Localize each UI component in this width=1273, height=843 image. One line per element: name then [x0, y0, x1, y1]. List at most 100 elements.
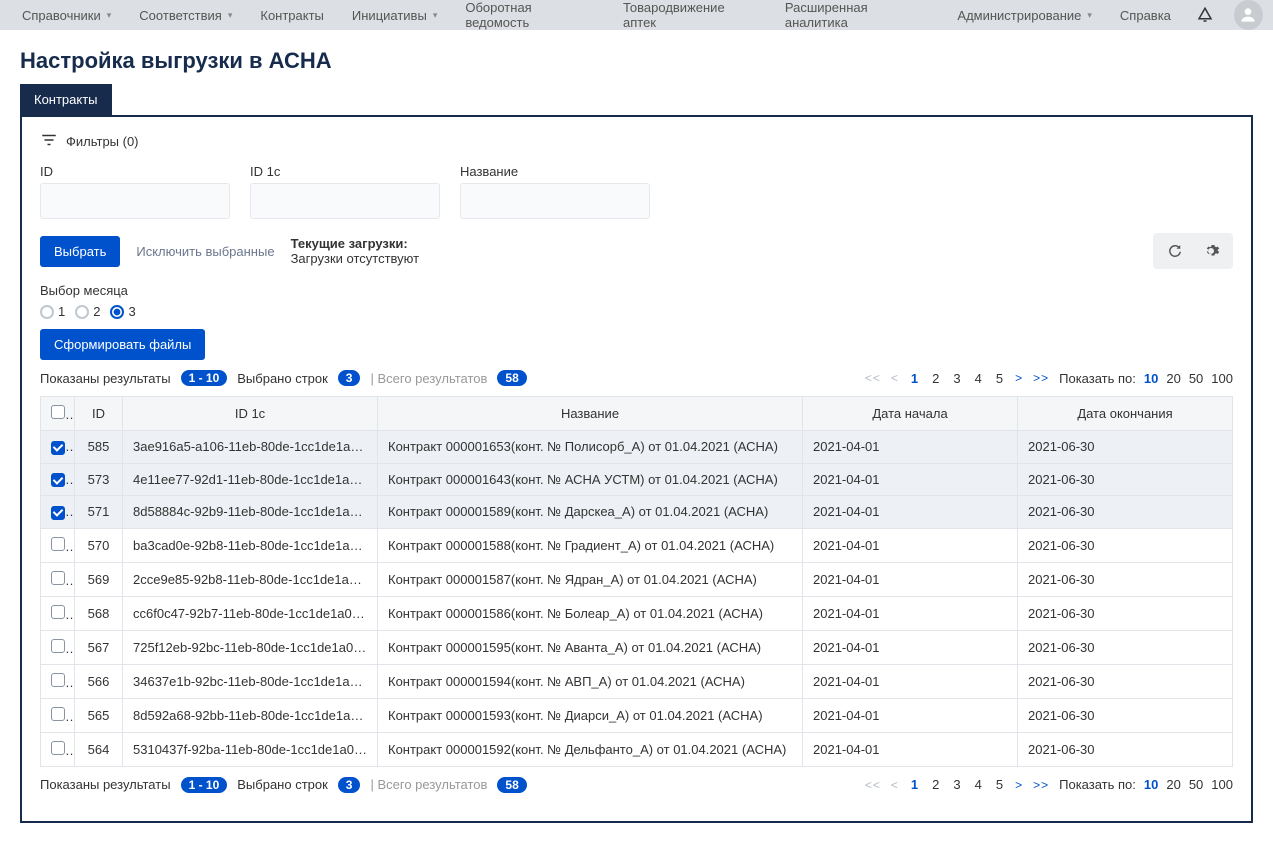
- row-checkbox[interactable]: [51, 673, 65, 687]
- results-label: Показаны результаты: [40, 371, 171, 386]
- showby-option-100[interactable]: 100: [1211, 777, 1233, 792]
- upload-status-label: Текущие загрузки:: [291, 236, 419, 251]
- nav-item-label: Товародвижение аптек: [623, 0, 757, 30]
- filter-fields: ID ID 1с Название: [40, 164, 1233, 219]
- nav-item-2[interactable]: Контракты: [248, 2, 336, 29]
- table-row[interactable]: 5658d592a68-92bb-11eb-80de-1cc1de1a01a8К…: [41, 698, 1233, 732]
- table-row[interactable]: 568cc6f0c47-92b7-11eb-80de-1cc1de1a01a8К…: [41, 596, 1233, 630]
- field-id1c-input[interactable]: [250, 183, 440, 219]
- row-checkbox[interactable]: [51, 639, 65, 653]
- nav-item-3[interactable]: Инициативы▾: [340, 2, 449, 29]
- row-checkbox[interactable]: [51, 571, 65, 585]
- upload-status-value: Загрузки отсутствуют: [291, 251, 419, 266]
- table-row[interactable]: 5853ae916a5-a106-11eb-80de-1cc1de1a01a8К…: [41, 431, 1233, 464]
- month-radio-2[interactable]: 2: [75, 304, 100, 319]
- showby-option-10[interactable]: 10: [1144, 371, 1158, 386]
- showby-option-50[interactable]: 50: [1189, 371, 1203, 386]
- nav-item-5[interactable]: Товародвижение аптек: [611, 0, 769, 36]
- pager-page-1[interactable]: 1: [909, 371, 920, 386]
- row-checkbox[interactable]: [51, 605, 65, 619]
- pager-top: <<<12345>>>: [865, 371, 1049, 386]
- showby-option-20[interactable]: 20: [1166, 777, 1180, 792]
- nav-item-6[interactable]: Расширенная аналитика: [773, 0, 942, 36]
- table-row[interactable]: 5718d58884c-92b9-11eb-80de-1cc1de1a01a8К…: [41, 496, 1233, 529]
- pager-prev[interactable]: <: [891, 371, 899, 385]
- notifications-button[interactable]: [1191, 0, 1220, 30]
- user-avatar[interactable]: [1234, 0, 1263, 30]
- select-button[interactable]: Выбрать: [40, 236, 120, 267]
- toolbar-icons: [1153, 233, 1233, 269]
- row-checkbox-cell: [41, 496, 75, 529]
- pager-page-5[interactable]: 5: [994, 777, 1005, 792]
- table-row[interactable]: 56634637e1b-92bc-11eb-80de-1cc1de1a01a8К…: [41, 664, 1233, 698]
- chevron-down-icon: ▾: [433, 10, 438, 21]
- pager-next[interactable]: >: [1015, 371, 1023, 385]
- cell-end: 2021-06-30: [1018, 630, 1233, 664]
- select-all-checkbox[interactable]: [51, 405, 65, 419]
- table-row[interactable]: 5692cce9e85-92b8-11eb-80de-1cc1de1a01a8К…: [41, 562, 1233, 596]
- table-row[interactable]: 567725f12eb-92bc-11eb-80de-1cc1de1a01a8К…: [41, 630, 1233, 664]
- row-checkbox[interactable]: [51, 473, 65, 487]
- header-id[interactable]: ID: [75, 397, 123, 431]
- row-checkbox[interactable]: [51, 537, 65, 551]
- nav-item-7[interactable]: Администрирование▾: [945, 2, 1104, 29]
- cell-id1c: 5310437f-92ba-11eb-80de-1cc1de1a01a8: [123, 732, 378, 766]
- nav-item-4[interactable]: Оборотная ведомость: [453, 0, 607, 36]
- pager-page-3[interactable]: 3: [951, 371, 962, 386]
- header-name[interactable]: Название: [378, 397, 803, 431]
- tab-contracts[interactable]: Контракты: [20, 84, 112, 115]
- row-checkbox[interactable]: [51, 506, 65, 520]
- table-row[interactable]: 570ba3cad0e-92b8-11eb-80de-1cc1de1a01a8К…: [41, 528, 1233, 562]
- pager-prev[interactable]: <: [891, 778, 899, 792]
- field-name-label: Название: [460, 164, 650, 179]
- refresh-button[interactable]: [1159, 237, 1191, 265]
- pager-page-2[interactable]: 2: [930, 777, 941, 792]
- row-checkbox[interactable]: [51, 441, 65, 455]
- cell-end: 2021-06-30: [1018, 698, 1233, 732]
- table-row[interactable]: 5645310437f-92ba-11eb-80de-1cc1de1a01a8К…: [41, 732, 1233, 766]
- showby-label: Показать по:: [1059, 371, 1136, 386]
- nav-item-1[interactable]: Соответствия▾: [127, 2, 244, 29]
- pager-page-2[interactable]: 2: [930, 371, 941, 386]
- pager-page-4[interactable]: 4: [973, 371, 984, 386]
- make-files-button[interactable]: Сформировать файлы: [40, 329, 205, 360]
- settings-button[interactable]: [1195, 237, 1227, 265]
- showby-option-10[interactable]: 10: [1144, 777, 1158, 792]
- table-row[interactable]: 5734e11ee77-92d1-11eb-80de-1cc1de1a01a8К…: [41, 463, 1233, 496]
- pager-page-1[interactable]: 1: [909, 777, 920, 792]
- cell-end: 2021-06-30: [1018, 431, 1233, 464]
- filter-icon: [40, 131, 58, 152]
- month-radio-label: 2: [93, 304, 100, 319]
- pager-next[interactable]: >: [1015, 778, 1023, 792]
- selected-label: Выбрано строк: [237, 777, 328, 792]
- exclude-button[interactable]: Исключить выбранные: [136, 244, 274, 259]
- showby-option-50[interactable]: 50: [1189, 777, 1203, 792]
- filters-header[interactable]: Фильтры (0): [40, 131, 1233, 152]
- pager-page-3[interactable]: 3: [951, 777, 962, 792]
- nav-item-0[interactable]: Справочники▾: [10, 2, 123, 29]
- row-checkbox[interactable]: [51, 741, 65, 755]
- header-id1c[interactable]: ID 1с: [123, 397, 378, 431]
- nav-item-label: Оборотная ведомость: [465, 0, 595, 30]
- month-radio-1[interactable]: 1: [40, 304, 65, 319]
- field-id-input[interactable]: [40, 183, 230, 219]
- showby-label: Показать по:: [1059, 777, 1136, 792]
- pager-last[interactable]: >>: [1033, 371, 1049, 385]
- pager-page-4[interactable]: 4: [973, 777, 984, 792]
- pager-first[interactable]: <<: [865, 778, 881, 792]
- showby-option-20[interactable]: 20: [1166, 371, 1180, 386]
- cell-start: 2021-04-01: [803, 698, 1018, 732]
- pager-page-5[interactable]: 5: [994, 371, 1005, 386]
- showby-option-100[interactable]: 100: [1211, 371, 1233, 386]
- nav-item-label: Справочники: [22, 8, 101, 23]
- header-start[interactable]: Дата начала: [803, 397, 1018, 431]
- field-name-input[interactable]: [460, 183, 650, 219]
- month-radio-3[interactable]: 3: [110, 304, 135, 319]
- user-icon: [1238, 5, 1258, 25]
- header-end[interactable]: Дата окончания: [1018, 397, 1233, 431]
- row-checkbox[interactable]: [51, 707, 65, 721]
- pager-last[interactable]: >>: [1033, 778, 1049, 792]
- pager-first[interactable]: <<: [865, 371, 881, 385]
- nav-item-label: Контракты: [260, 8, 324, 23]
- nav-item-8[interactable]: Справка: [1108, 2, 1183, 29]
